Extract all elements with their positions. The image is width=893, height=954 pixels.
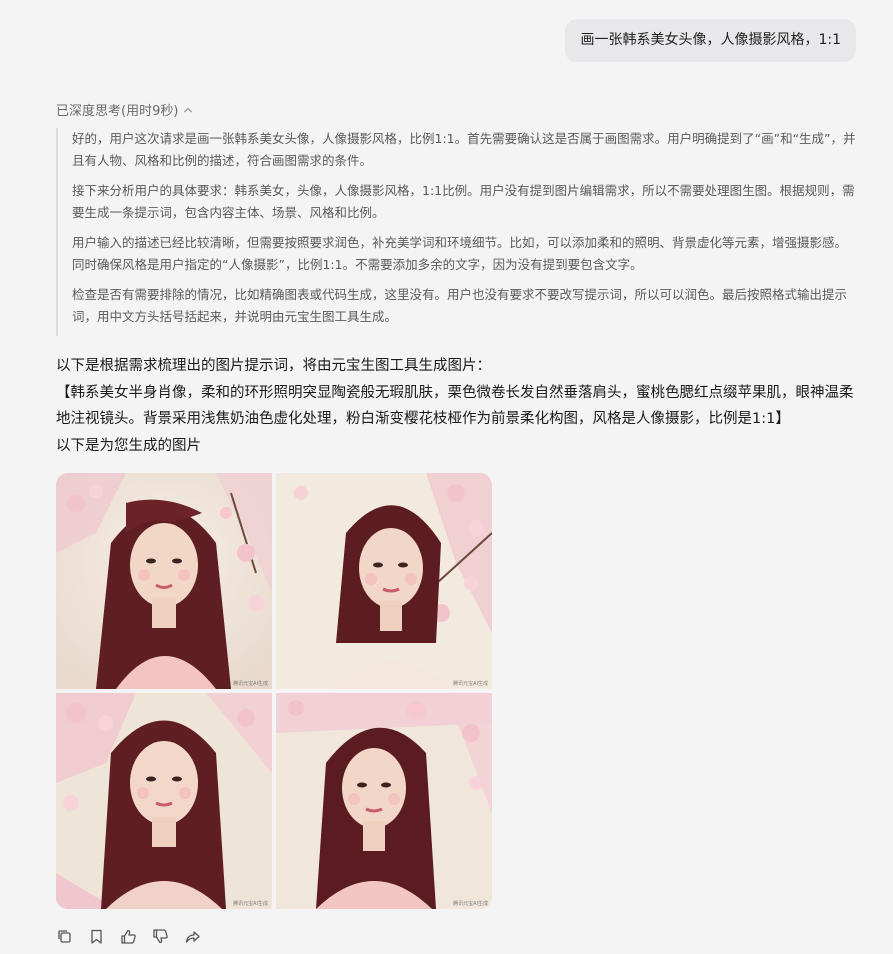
generated-image-1[interactable]: 腾讯元宝AI生成 — [56, 473, 272, 689]
thinking-header-label: 已深度思考(用时9秒) — [56, 104, 179, 119]
thinking-paragraph: 用户输入的描述已经比较清晰，但需要按照要求润色，补充美学词和环境细节。比如，可以… — [72, 235, 848, 272]
bookmark-icon[interactable] — [88, 928, 105, 945]
generated-image-grid: 腾讯元宝AI生成 腾讯元宝AI生成 腾讯元宝AI生成 腾讯元宝AI生成 — [56, 473, 492, 909]
thinking-toggle[interactable]: 已深度思考(用时9秒) — [56, 100, 194, 119]
watermark: 腾讯元宝AI生成 — [233, 901, 268, 907]
thinking-paragraph: 检查是否有需要排除的情况，比如精确图表或代码生成，这里没有。用户也没有要求不要改… — [72, 287, 848, 324]
watermark: 腾讯元宝AI生成 — [453, 901, 488, 907]
watermark: 腾讯元宝AI生成 — [453, 681, 488, 687]
answer-intro: 以下是根据需求梳理出的图片提示词，将由元宝生图工具生成图片： — [56, 358, 491, 374]
thumbs-down-icon[interactable] — [152, 928, 169, 945]
generated-image-2[interactable]: 腾讯元宝AI生成 — [276, 473, 492, 689]
answer-outro: 以下是为您生成的图片 — [56, 437, 201, 454]
message-actions — [56, 928, 201, 945]
user-message-bubble: 画一张韩系美女头像，人像摄影风格，1:1 — [565, 19, 856, 62]
copy-icon[interactable] — [56, 928, 73, 945]
share-icon[interactable] — [184, 928, 201, 945]
thinking-paragraph: 好的，用户这次请求是画一张韩系美女头像，人像摄影风格，比例1:1。首先需要确认这… — [72, 131, 856, 168]
thumbs-up-icon[interactable] — [120, 928, 137, 945]
generated-image-3[interactable]: 腾讯元宝AI生成 — [56, 693, 272, 909]
chat-page: 画一张韩系美女头像，人像摄影风格，1:1 已深度思考(用时9秒) 好的，用户这次… — [0, 0, 893, 954]
answer-prompt: 【韩系美女半身肖像，柔和的环形照明突显陶瓷般无瑕肌肤，栗色微卷长发自然垂落肩头，… — [56, 384, 854, 428]
generated-image-4[interactable]: 腾讯元宝AI生成 — [276, 693, 492, 909]
watermark: 腾讯元宝AI生成 — [233, 681, 268, 687]
chevron-up-icon — [182, 104, 194, 116]
assistant-answer: 以下是根据需求梳理出的图片提示词，将由元宝生图工具生成图片： 【韩系美女半身肖像… — [56, 353, 856, 459]
thinking-content: 好的，用户这次请求是画一张韩系美女头像，人像摄影风格，比例1:1。首先需要确认这… — [56, 128, 856, 336]
thinking-paragraph: 接下来分析用户的具体要求：韩系美女，头像，人像摄影风格，1:1比例。用户没有提到… — [72, 183, 855, 220]
